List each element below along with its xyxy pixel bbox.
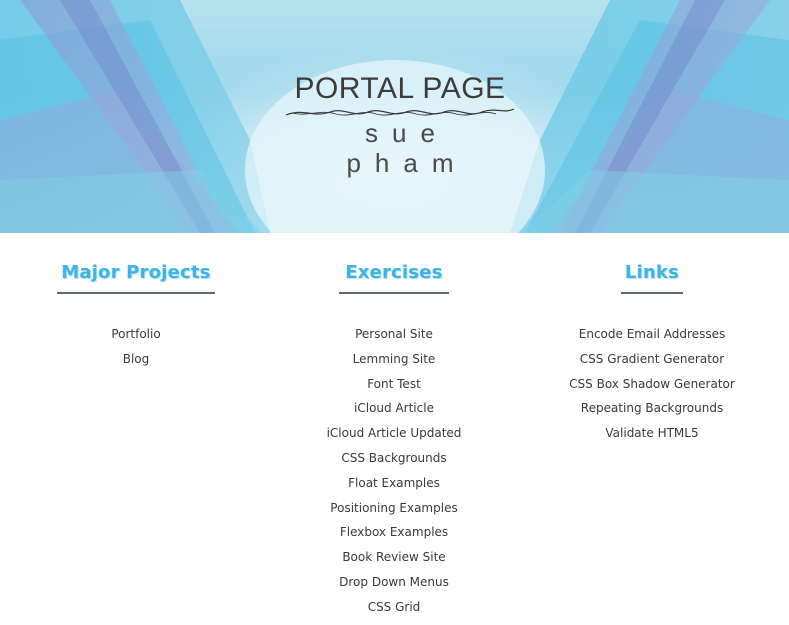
page-title: PORTAL PAGE — [294, 72, 506, 105]
list-item: Float Examples — [296, 476, 492, 501]
list-item: Flexbox Examples — [296, 525, 492, 550]
exercises-section: Exercises Personal Site Lemming Site Fon… — [296, 233, 492, 625]
list-item: CSS Backgrounds — [296, 451, 492, 476]
list-item: Portfolio — [38, 327, 234, 352]
link[interactable]: Portfolio — [111, 327, 160, 341]
list-item: Lemming Site — [296, 352, 492, 377]
page-subtitle: sue pham — [346, 118, 468, 178]
link[interactable]: CSS Box Shadow Generator — [569, 377, 735, 391]
list-item: CSS Grid — [296, 600, 492, 625]
list-item: Drop Down Menus — [296, 575, 492, 600]
link[interactable]: Drop Down Menus — [339, 575, 449, 589]
link-list: Portfolio Blog — [38, 327, 234, 377]
link[interactable]: CSS Backgrounds — [341, 451, 446, 465]
links-section: Links Encode Email Addresses CSS Gradien… — [554, 233, 750, 451]
list-item: Blog — [38, 352, 234, 377]
link[interactable]: iCloud Article — [354, 401, 434, 415]
site-logo: PORTAL PAGE sue pham — [280, 72, 520, 178]
link[interactable]: Validate HTML5 — [605, 426, 698, 440]
link[interactable]: Repeating Backgrounds — [581, 401, 723, 415]
link[interactable]: Font Test — [367, 377, 421, 391]
list-item: CSS Box Shadow Generator — [554, 377, 750, 402]
section-heading: Exercises — [339, 262, 449, 294]
link[interactable]: Positioning Examples — [330, 501, 457, 515]
link[interactable]: Encode Email Addresses — [579, 327, 725, 341]
link-columns: Major Projects Portfolio Blog Exercises … — [0, 233, 789, 614]
link[interactable]: Flexbox Examples — [340, 525, 448, 539]
link[interactable]: Float Examples — [348, 476, 440, 490]
link[interactable]: CSS Gradient Generator — [580, 352, 724, 366]
list-item: Repeating Backgrounds — [554, 401, 750, 426]
list-item: iCloud Article Updated — [296, 426, 492, 451]
link-list: Encode Email Addresses CSS Gradient Gene… — [554, 327, 750, 451]
link-list: Personal Site Lemming Site Font Test iCl… — [296, 327, 492, 625]
list-item: Validate HTML5 — [554, 426, 750, 451]
section-heading: Links — [620, 262, 684, 294]
list-item: iCloud Article — [296, 401, 492, 426]
link[interactable]: Lemming Site — [353, 352, 436, 366]
link[interactable]: Book Review Site — [342, 550, 445, 564]
list-item: Personal Site — [296, 327, 492, 352]
list-item: Font Test — [296, 377, 492, 402]
hero-banner: PORTAL PAGE sue pham — [0, 0, 789, 233]
list-item: CSS Gradient Generator — [554, 352, 750, 377]
major-projects-section: Major Projects Portfolio Blog — [38, 233, 234, 377]
link[interactable]: Personal Site — [355, 327, 433, 341]
list-item: Positioning Examples — [296, 501, 492, 526]
list-item: Encode Email Addresses — [554, 327, 750, 352]
link[interactable]: iCloud Article Updated — [327, 426, 462, 440]
link[interactable]: CSS Grid — [368, 600, 421, 614]
link[interactable]: Blog — [123, 352, 150, 366]
list-item: Book Review Site — [296, 550, 492, 575]
section-heading: Major Projects — [57, 262, 215, 294]
